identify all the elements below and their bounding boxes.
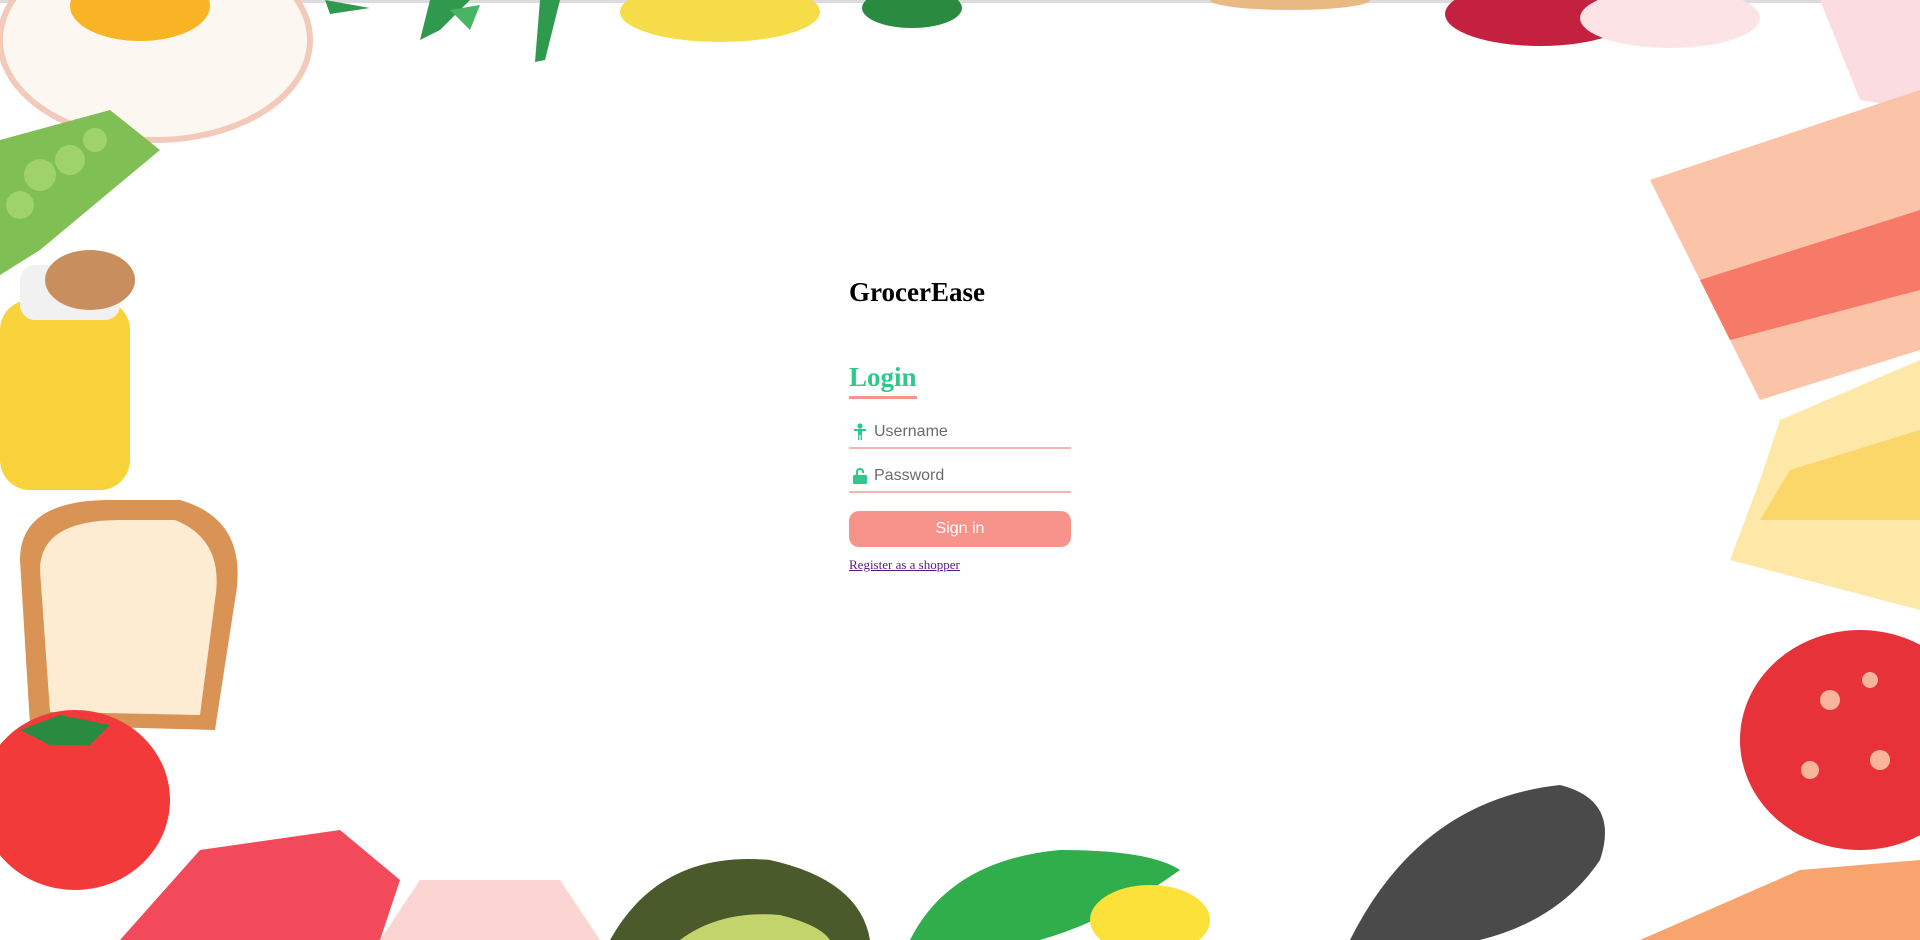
- radish-illustration: [1445, 0, 1760, 48]
- unlocked-padlock-icon: [851, 466, 869, 486]
- avocado-illustration: [610, 859, 870, 940]
- ham-illustration: [1820, 0, 1920, 110]
- username-input[interactable]: [874, 423, 1064, 441]
- cheese-illustration: [1730, 360, 1920, 610]
- lemon-illustration: [910, 850, 1210, 940]
- mussel-illustration: [1350, 785, 1605, 940]
- register-shopper-link[interactable]: Register as a shopper: [849, 557, 960, 573]
- pepper-illustration: [620, 0, 820, 42]
- steak-illustration: [120, 830, 600, 940]
- login-heading: Login: [849, 360, 917, 399]
- password-field: [849, 461, 1071, 493]
- sign-in-button[interactable]: Sign in: [849, 511, 1071, 547]
- fried-egg-illustration: [0, 0, 313, 143]
- pea-pod-illustration: [0, 110, 160, 275]
- oil-bottle-illustration: [0, 250, 135, 490]
- brand-title: GrocerEase: [849, 277, 985, 307]
- username-field: [849, 417, 1071, 449]
- bread-slice-illustration: [20, 500, 238, 730]
- login-page: GrocerEase Login Sign in Register as a s…: [0, 0, 1920, 940]
- password-input[interactable]: [874, 467, 1064, 485]
- person-icon: [851, 422, 869, 442]
- herbs-illustration: [325, 0, 560, 62]
- salmon-illustration: [1640, 860, 1920, 940]
- salami-illustration: [1740, 630, 1920, 850]
- login-panel: GrocerEase Login Sign in Register as a s…: [849, 270, 1071, 574]
- bread-crumb-illustration: [1210, 0, 1370, 10]
- tomato-illustration: [0, 710, 170, 890]
- broccoli-illustration: [862, 0, 962, 28]
- bacon-illustration: [1650, 90, 1920, 400]
